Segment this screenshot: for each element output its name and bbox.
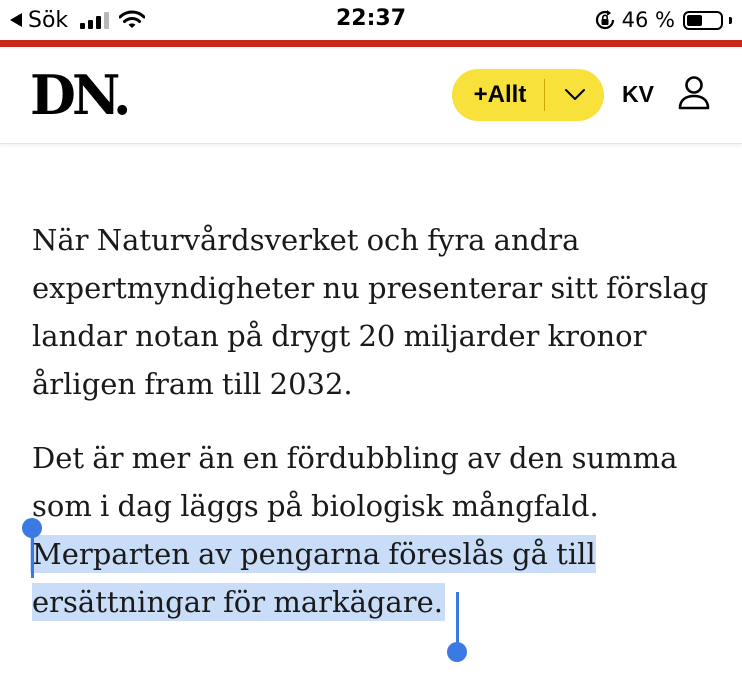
brand-stripe	[0, 40, 742, 47]
dn-logo[interactable]: DN.	[30, 65, 131, 125]
site-header: DN. +Allt KV	[0, 47, 742, 144]
article-paragraph-2: Det är mer än en fördubbling av den summ…	[32, 434, 722, 626]
plus-button-label[interactable]: +Allt	[452, 81, 544, 109]
article-body: När Naturvårdsverket och fyra andra expe…	[32, 216, 722, 652]
battery-tip	[729, 16, 732, 24]
battery-icon	[683, 10, 723, 30]
battery-percent: 46 %	[621, 8, 675, 32]
selected-text[interactable]: Merparten av pengarna föreslås gå till e…	[32, 537, 596, 619]
paragraph-2-text: Det är mer än en fördubbling av den summ…	[32, 441, 678, 523]
article-paragraph-1: När Naturvårdsverket och fyra andra expe…	[32, 223, 709, 401]
user-icon[interactable]	[677, 75, 711, 111]
selection-start-handle[interactable]	[22, 518, 42, 578]
status-bar-right: 46 %	[594, 7, 732, 33]
chevron-down-icon[interactable]	[545, 88, 604, 102]
status-bar: Sök 22:37 46 %	[0, 0, 742, 40]
orientation-lock-icon	[595, 10, 614, 30]
selection-end-handle[interactable]	[447, 592, 467, 662]
account-initials[interactable]: KV	[622, 81, 654, 108]
battery-level-fill	[687, 14, 702, 26]
plus-subscription-button[interactable]: +Allt	[452, 69, 604, 121]
